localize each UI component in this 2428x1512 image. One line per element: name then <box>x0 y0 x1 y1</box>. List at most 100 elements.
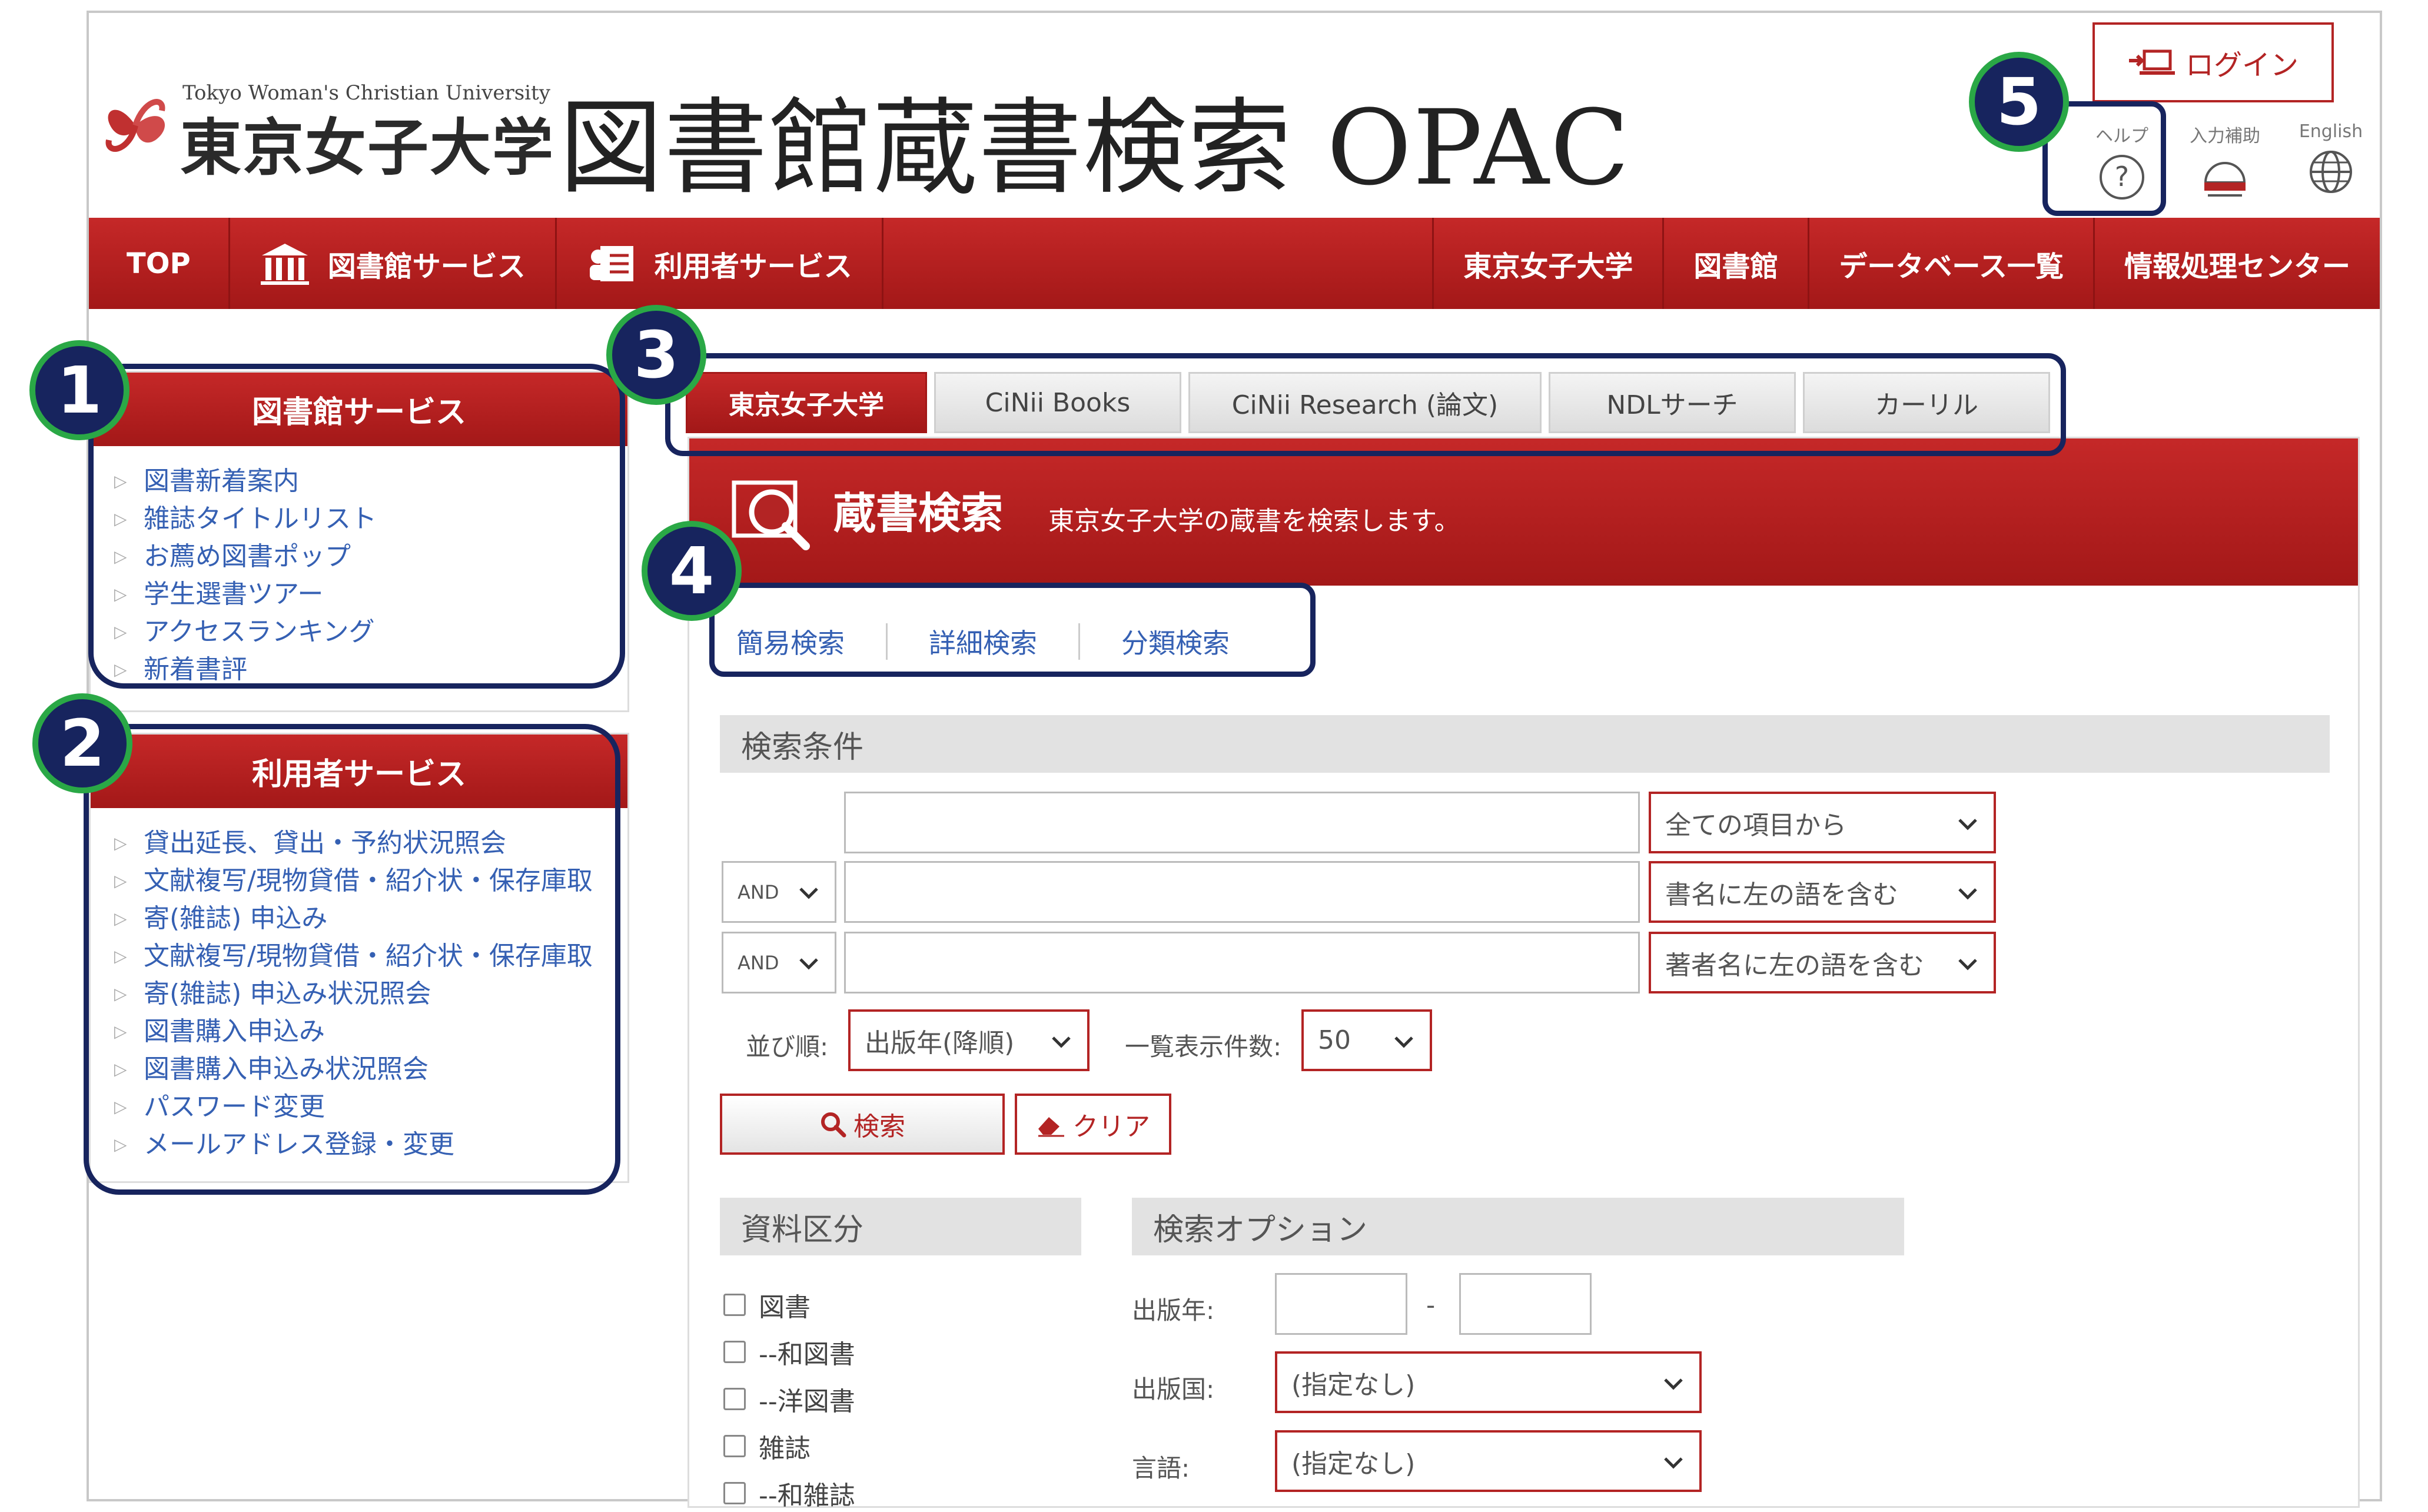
sidebar-user-item[interactable]: パスワード変更 <box>91 1088 627 1126</box>
tab-twcu[interactable]: 東京女子大学 <box>686 372 927 433</box>
checkbox[interactable] <box>723 1341 746 1363</box>
nav-library[interactable]: 図書館 <box>1664 218 1810 309</box>
language-select[interactable]: (指定なし) <box>1275 1430 1702 1492</box>
tab-simple-search[interactable]: 簡易検索 <box>736 623 888 660</box>
field-select-1[interactable]: 全ての項目から <box>1649 792 1996 853</box>
checkbox[interactable] <box>723 1435 746 1457</box>
nav-user-services-label: 利用者サービス <box>654 250 852 283</box>
user-card-icon <box>589 245 633 281</box>
sidebar-user-item[interactable]: 文献複写/現物貸借・紹介状・保存庫取 <box>91 862 627 900</box>
pub-year-from-input[interactable] <box>1275 1273 1407 1335</box>
material-label: 雑誌 <box>759 1434 811 1464</box>
pub-country-select[interactable]: (指定なし) <box>1275 1351 1702 1413</box>
book-search-icon <box>732 480 810 550</box>
material-checkbox[interactable]: --洋図書 <box>723 1380 855 1418</box>
nav-library-services-label: 図書館サービス <box>327 250 526 283</box>
nav-library-services[interactable]: 図書館サービス <box>230 218 557 309</box>
material-checkbox[interactable]: --和図書 <box>723 1333 855 1371</box>
chevron-down-icon <box>1958 959 1977 971</box>
material-checkbox[interactable]: 図書 <box>723 1286 811 1324</box>
material-label: 図書 <box>759 1292 811 1322</box>
chevron-down-icon <box>799 888 818 899</box>
nav-university[interactable]: 東京女子大学 <box>1434 218 1665 309</box>
annotation-number-2: 2 <box>32 693 132 793</box>
search-panel: 蔵書検索 東京女子大学の蔵書を検索します。 簡易検索 詳細検索 分類検索 検索条… <box>687 437 2360 1511</box>
checkbox[interactable] <box>723 1388 746 1410</box>
sidebar-user-item-continued[interactable]: 寄(雑誌) 申込み <box>91 900 627 938</box>
sidebar-library-item[interactable]: 学生選書ツアー <box>91 576 627 613</box>
sidebar-user-list: 貸出延長、貸出・予約状況照会 文献複写/現物貸借・紹介状・保存庫取 寄(雑誌) … <box>91 808 627 1169</box>
input-assist-link[interactable]: 入力補助 <box>2178 121 2272 201</box>
sort-select[interactable]: 出版年(降順) <box>848 1009 1090 1071</box>
sidebar-user-item[interactable]: 図書購入申込み状況照会 <box>91 1051 627 1088</box>
sidebar-library-item[interactable]: 新着書評 <box>91 651 627 689</box>
search-mode-tabs: 簡易検索 詳細検索 分類検索 <box>736 609 1271 674</box>
tab-classification-search[interactable]: 分類検索 <box>1080 623 1271 660</box>
checkbox[interactable] <box>723 1294 746 1316</box>
count-label: 一覧表示件数: <box>1125 1032 1282 1061</box>
sort-label: 並び順: <box>746 1032 829 1061</box>
sidebar-user-item[interactable]: メールアドレス登録・変更 <box>91 1126 627 1164</box>
nav-database-list[interactable]: データベース一覧 <box>1809 218 2095 309</box>
search-button[interactable]: 検索 <box>720 1094 1005 1155</box>
sidebar-user-item[interactable]: 貸出延長、貸出・予約状況照会 <box>91 825 627 862</box>
field-select-2[interactable]: 書名に左の語を含む <box>1649 861 1996 923</box>
sidebar-user-item[interactable]: 文献複写/現物貸借・紹介状・保存庫取 <box>91 938 627 975</box>
keyword-input-2[interactable] <box>844 861 1640 923</box>
english-link[interactable]: English <box>2284 121 2378 196</box>
operator-select-3[interactable]: AND <box>722 932 836 993</box>
clear-button-label: クリア <box>1072 1112 1150 1142</box>
login-label: ログイン <box>2185 49 2299 82</box>
sidebar-user-item-continued[interactable]: 寄(雑誌) 申込み状況照会 <box>91 975 627 1013</box>
search-options-header: 検索オプション <box>1132 1198 1904 1255</box>
search-icon <box>821 1112 846 1138</box>
tab-calil[interactable]: カーリル <box>1803 372 2050 433</box>
chevron-down-icon <box>1052 1036 1071 1048</box>
count-select-value: 50 <box>1318 1025 1351 1055</box>
material-label: --和雑誌 <box>759 1481 855 1511</box>
annotation-number-5: 5 <box>1969 52 2069 152</box>
sort-select-value: 出版年(降順) <box>865 1028 1015 1058</box>
nav-top[interactable]: TOP <box>89 218 230 309</box>
tab-cinii-research[interactable]: CiNii Research (論文) <box>1188 372 1542 433</box>
operator-select-3-value: AND <box>738 951 779 974</box>
login-button[interactable]: ログイン <box>2092 22 2334 102</box>
sidebar-user-item[interactable]: 図書購入申込み <box>91 1013 627 1051</box>
pub-year-to-input[interactable] <box>1459 1273 1592 1335</box>
tab-advanced-search[interactable]: 詳細検索 <box>888 623 1080 660</box>
operator-select-2[interactable]: AND <box>722 861 836 923</box>
keyboard-icon <box>2204 162 2246 197</box>
annotation-number-4: 4 <box>642 521 742 621</box>
pub-year-separator: - <box>1426 1291 1436 1320</box>
field-select-3[interactable]: 著者名に左の語を含む <box>1649 932 1996 993</box>
input-assist-label: 入力補助 <box>2190 126 2260 147</box>
field-select-3-value: 著者名に左の語を含む <box>1665 950 1924 981</box>
sidebar-library-services: 図書館サービス 図書新着案内 雑誌タイトルリスト お薦め図書ポップ 学生選書ツア… <box>89 371 629 712</box>
sidebar-user-title: 利用者サービス <box>91 735 627 808</box>
keyword-input-3[interactable] <box>844 932 1640 993</box>
pub-country-select-value: (指定なし) <box>1291 1370 1416 1400</box>
help-label: ヘルプ <box>2095 126 2148 147</box>
sidebar-library-item[interactable]: アクセスランキング <box>91 613 627 651</box>
sidebar-library-item[interactable]: 図書新着案内 <box>91 463 627 500</box>
help-link[interactable]: ヘルプ ? <box>2075 121 2169 201</box>
count-select[interactable]: 50 <box>1301 1009 1432 1071</box>
sidebar-library-item[interactable]: お薦め図書ポップ <box>91 538 627 576</box>
nav-user-services[interactable]: 利用者サービス <box>557 218 883 309</box>
checkbox[interactable] <box>723 1482 746 1504</box>
pub-country-label: 出版国: <box>1132 1375 1215 1404</box>
keyword-input-1[interactable] <box>844 792 1640 853</box>
search-panel-title: 蔵書検索 <box>833 489 1004 538</box>
sidebar-library-item[interactable]: 雑誌タイトルリスト <box>91 500 627 538</box>
nav-spacer <box>883 218 1434 309</box>
clear-button[interactable]: クリア <box>1015 1094 1171 1155</box>
tab-ndl-search[interactable]: NDLサーチ <box>1549 372 1796 433</box>
svg-text:?: ? <box>2115 161 2129 192</box>
field-select-2-value: 書名に左の語を含む <box>1665 879 1898 910</box>
chevron-down-icon <box>1958 819 1977 830</box>
nav-it-center[interactable]: 情報処理センター <box>2095 218 2380 309</box>
material-checkbox[interactable]: 雑誌 <box>723 1427 811 1465</box>
chevron-down-icon <box>1664 1457 1683 1469</box>
tab-cinii-books[interactable]: CiNii Books <box>934 372 1181 433</box>
material-checkbox[interactable]: --和雑誌 <box>723 1474 855 1512</box>
